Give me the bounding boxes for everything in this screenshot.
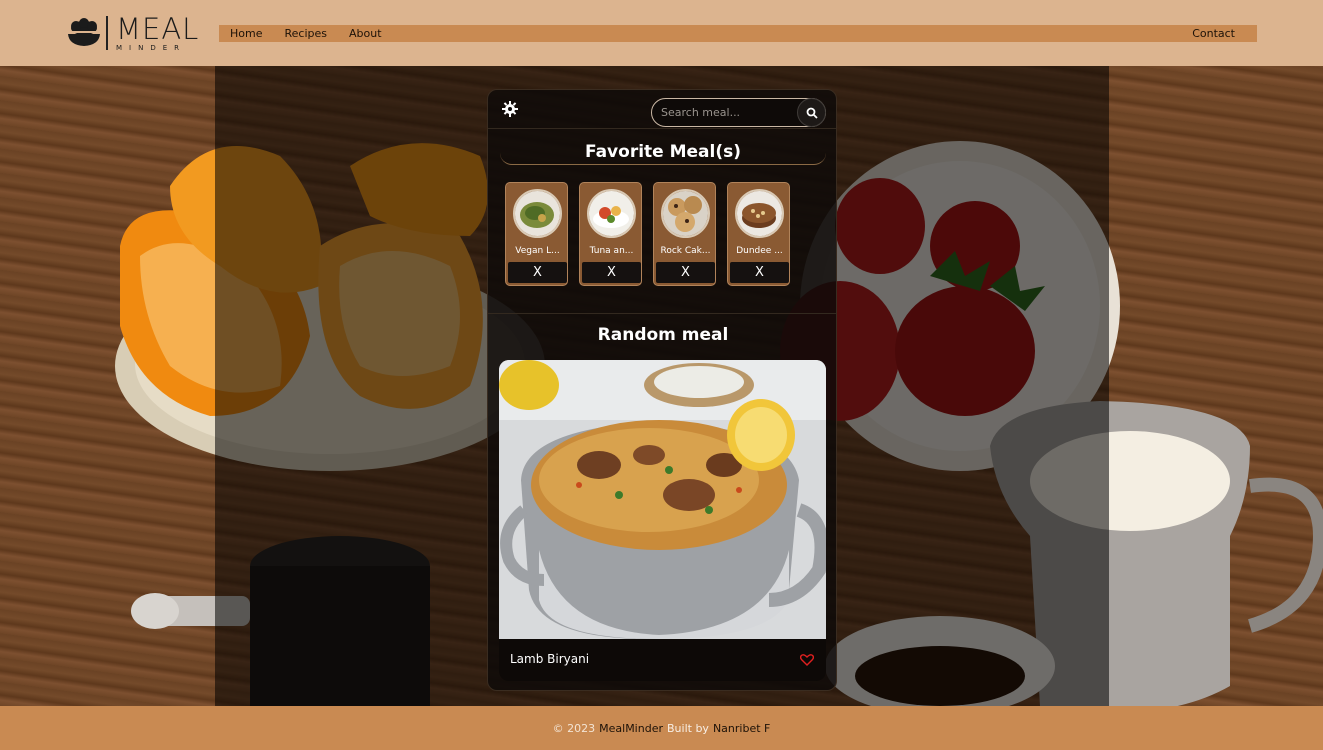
- random-meal-card[interactable]: Lamb Biryani: [499, 360, 826, 681]
- favorite-meal-card[interactable]: Dundee ... X: [727, 182, 790, 286]
- nav-recipes-link[interactable]: Recipes: [284, 27, 327, 40]
- footer-author-link[interactable]: Nanribet F: [713, 722, 770, 735]
- favorite-meal-card[interactable]: Tuna an... X: [579, 182, 642, 286]
- remove-favorite-button[interactable]: X: [656, 262, 715, 283]
- remove-favorite-button[interactable]: X: [582, 262, 641, 283]
- favorite-meal-name: Rock Cak...: [660, 246, 711, 256]
- nav-about-link[interactable]: About: [349, 27, 382, 40]
- heart-icon[interactable]: [799, 651, 816, 666]
- logo-main-text: MEAL: [116, 11, 200, 46]
- nav-home-link[interactable]: Home: [230, 27, 262, 40]
- random-meal-title: Random meal: [597, 325, 729, 345]
- bowl-icon: [66, 18, 102, 48]
- favorite-meal-card[interactable]: Vegan L... X: [505, 182, 568, 286]
- divider: [488, 313, 836, 314]
- main-nav: Home Recipes About Contact: [219, 25, 1257, 42]
- gear-icon[interactable]: [501, 100, 519, 118]
- meal-app-panel: Favorite Meal(s) Vegan L... X Tuna an...…: [487, 89, 837, 691]
- divider: [488, 128, 836, 129]
- favorite-meal-image: [661, 189, 710, 238]
- random-meal-image: [499, 360, 826, 639]
- search-input[interactable]: [652, 99, 797, 126]
- favorite-meal-card[interactable]: Rock Cak... X: [653, 182, 716, 286]
- favorite-meal-name: Vegan L...: [515, 246, 560, 256]
- favorites-list: Vegan L... X Tuna an... X Rock Cak... X …: [505, 182, 790, 286]
- footer-built-by: Built by: [667, 721, 709, 735]
- favorite-meal-image: [735, 189, 784, 238]
- search-icon: [806, 107, 818, 119]
- favorite-meal-image: [587, 189, 636, 238]
- site-header: MEAL MINDER Home Recipes About Contact: [0, 0, 1323, 66]
- favorite-meal-name: Tuna an...: [589, 246, 634, 256]
- search-button[interactable]: [797, 98, 826, 127]
- search-bar: [651, 98, 826, 127]
- favorite-meal-name: Dundee ...: [736, 246, 783, 256]
- logo-text: MEAL MINDER: [116, 11, 200, 52]
- favorites-title: Favorite Meal(s): [584, 142, 742, 162]
- site-footer: © 2023 MealMinder Built by Nanribet F: [0, 706, 1323, 750]
- logo-sub-text: MINDER: [116, 43, 187, 52]
- footer-copyright: © 2023: [552, 721, 596, 735]
- random-meal-name: Lamb Biryani: [510, 652, 590, 666]
- favorite-meal-image: [513, 189, 562, 238]
- footer-brand: MealMinder: [599, 721, 663, 735]
- nav-contact-link[interactable]: Contact: [1192, 27, 1235, 40]
- site-logo[interactable]: MEAL MINDER: [66, 14, 199, 52]
- remove-favorite-button[interactable]: X: [508, 262, 567, 283]
- remove-favorite-button[interactable]: X: [730, 262, 789, 283]
- logo-divider: [106, 16, 108, 50]
